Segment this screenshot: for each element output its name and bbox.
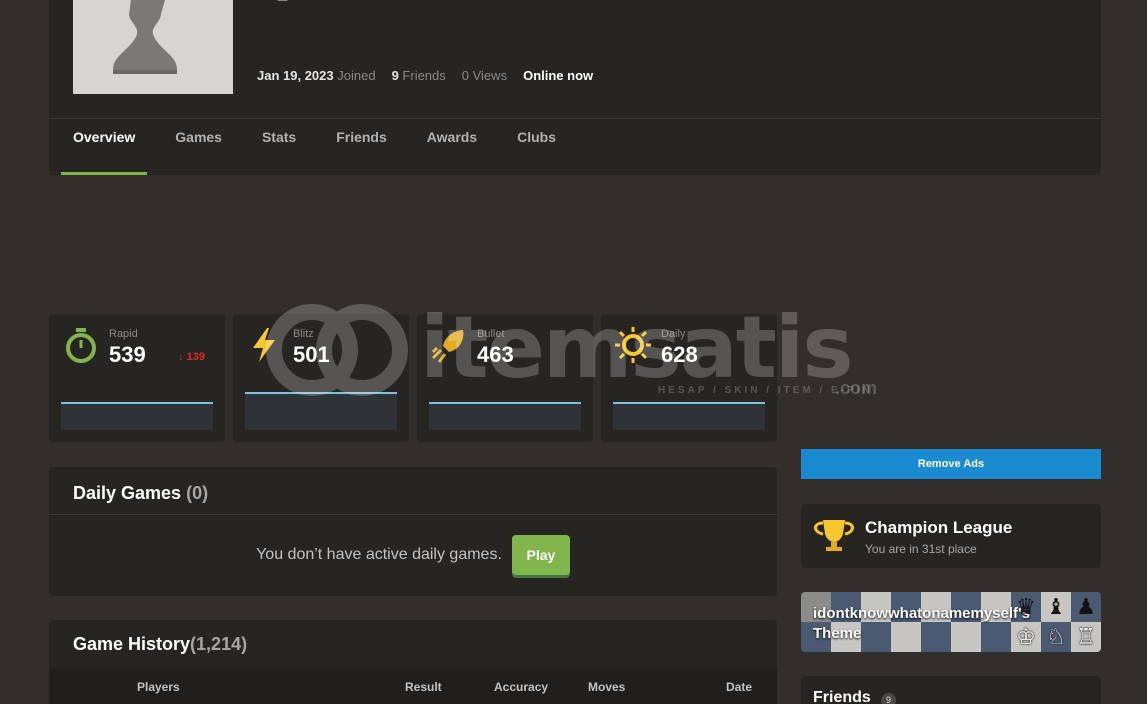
rating-value: 539 — [109, 342, 146, 367]
column-players: Players — [137, 680, 180, 694]
rating-delta-value: 139 — [186, 351, 205, 363]
rating-graph — [245, 392, 397, 430]
tab-clubs[interactable]: Clubs — [505, 119, 568, 175]
daily-games-title-text: Daily Games — [73, 483, 182, 503]
friends-count-badge: 9 — [881, 693, 896, 704]
league-title: Champion League — [865, 518, 1013, 537]
friends-label: Friends — [402, 68, 446, 83]
rating-graph — [613, 402, 765, 430]
league-card[interactable]: Champion League You are in 31st place — [801, 504, 1101, 568]
rating-value: 501 — [293, 342, 330, 367]
game-history-count: (1,214) — [190, 634, 248, 654]
friends-count: 9 — [391, 68, 399, 83]
tab-friends[interactable]: Friends — [324, 119, 399, 175]
rating-card-blitz[interactable]: Blitz 501 — [233, 314, 409, 442]
game-history-title[interactable]: Game History(1,214) — [73, 634, 247, 654]
rating-graph — [429, 402, 581, 430]
theme-name: idontknowwhatonamemyself's Theme — [813, 605, 1030, 642]
trophy-icon — [814, 520, 854, 551]
profile-card: 45 Jan 19, 2023 Joined 9 Friends 0 Views… — [49, 0, 1101, 175]
game-history-title-text: Game History — [73, 634, 191, 654]
black-queen-icon: ♛ — [1016, 594, 1036, 619]
rating-delta: ↓ 139 — [178, 351, 205, 363]
online-status: Online now — [523, 68, 594, 83]
game-history-panel: Game History(1,214) Players Result Accur… — [49, 620, 777, 704]
play-button[interactable]: Play — [511, 535, 570, 575]
copy-icon[interactable] — [277, 0, 289, 1]
white-rook-icon: ♖ — [1076, 624, 1096, 649]
rating-graph — [61, 402, 213, 430]
profile-tabs: Overview Games Stats Friends Awards Club… — [61, 119, 584, 175]
column-date: Date — [726, 680, 753, 694]
joined-date: Jan 19, 2023 — [257, 68, 334, 83]
pawn-avatar-icon — [113, 0, 177, 74]
rating-label: Rapid — [109, 328, 138, 340]
joined-info: Jan 19, 2023 Joined — [257, 68, 376, 83]
watermark-text: itemsatis — [420, 298, 854, 398]
friends-info[interactable]: 9 Friends — [392, 68, 446, 83]
white-king-icon: ♔ — [1016, 624, 1036, 649]
rating-card-rapid[interactable]: Rapid 539 ↓ 139 — [49, 314, 225, 442]
lightning-icon — [253, 328, 275, 362]
friends-title: Friends — [813, 689, 871, 704]
stopwatch-icon — [66, 328, 96, 363]
views-count: 0 Views — [461, 68, 508, 83]
game-history-columns: Players Result Accuracy Moves Date — [49, 668, 777, 704]
tab-stats[interactable]: Stats — [250, 119, 308, 175]
column-result: Result — [405, 680, 442, 694]
daily-games-panel: Daily Games (0) You don’t have active da… — [49, 467, 777, 596]
theme-card[interactable]: idontknowwhatonamemyself's Theme ♛ ♝ ♟ ♔… — [801, 592, 1101, 652]
white-knight-icon: ♘ — [1046, 624, 1066, 649]
black-bishop-icon: ♝ — [1046, 594, 1066, 619]
game-history-header: Game History(1,214) — [49, 620, 777, 668]
joined-label: Joined — [337, 68, 376, 83]
daily-games-header: Daily Games (0) — [49, 467, 777, 515]
profile-meta: Jan 19, 2023 Joined 9 Friends 0 Views On… — [257, 68, 593, 83]
rating-label: Blitz — [293, 328, 314, 340]
remove-ads-button[interactable]: Remove Ads — [801, 449, 1101, 479]
avatar[interactable] — [73, 0, 233, 94]
arrow-down-icon: ↓ — [178, 351, 184, 363]
friends-card[interactable]: Friends 9 — [801, 676, 1101, 704]
daily-games-title[interactable]: Daily Games (0) — [73, 483, 208, 503]
daily-games-body: You don’t have active daily games. Play — [49, 515, 777, 595]
column-moves: Moves — [588, 680, 626, 694]
tab-overview[interactable]: Overview — [61, 119, 148, 175]
theme-pieces: ♛ ♝ ♟ ♔ ♘ ♖ — [1011, 592, 1101, 652]
tab-awards[interactable]: Awards — [415, 119, 489, 175]
column-accuracy: Accuracy — [494, 680, 549, 694]
daily-games-count: (0) — [186, 483, 209, 503]
profile-subline-text: 45 — [257, 0, 271, 3]
tab-games[interactable]: Games — [163, 119, 234, 175]
watermark-domain: .com — [835, 378, 878, 398]
no-daily-games-message: You don’t have active daily games. — [256, 546, 502, 563]
league-subtitle: You are in 31st place — [865, 542, 977, 556]
profile-subline: 45 — [257, 0, 289, 3]
black-pawn-icon: ♟ — [1076, 594, 1096, 619]
